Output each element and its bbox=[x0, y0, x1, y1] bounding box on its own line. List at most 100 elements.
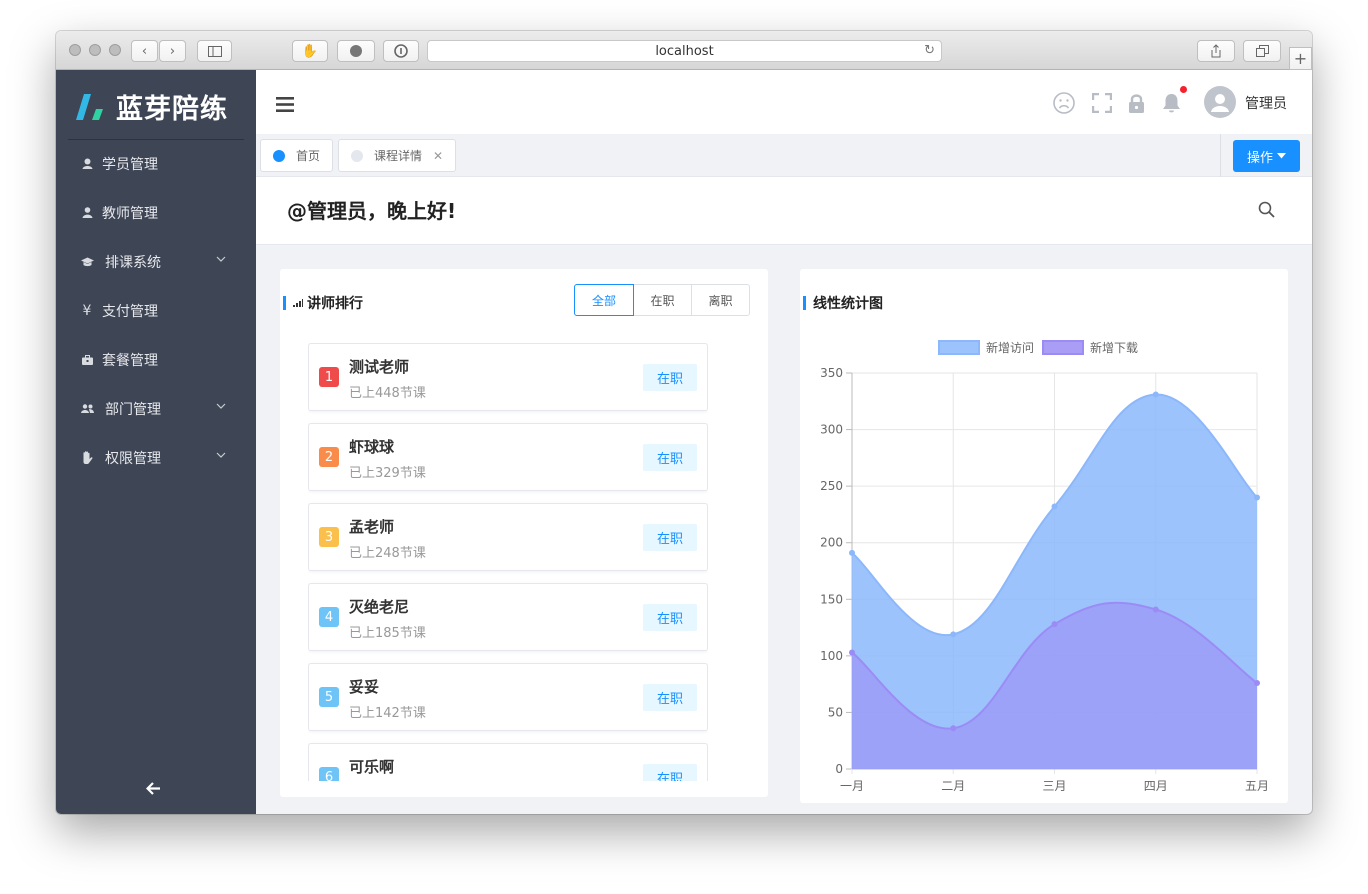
avatar[interactable] bbox=[1204, 86, 1236, 118]
notification-badge bbox=[1180, 86, 1187, 93]
sidebar-item-label: 学员管理 bbox=[102, 156, 158, 173]
list-item[interactable]: 5 妥妥 已上142节课 在职 bbox=[308, 663, 708, 731]
data-point[interactable] bbox=[849, 549, 855, 556]
lock-screen-button[interactable] bbox=[1128, 93, 1145, 117]
sidebar-item-students[interactable]: 学员管理 bbox=[56, 139, 256, 188]
inactive-dot bbox=[351, 149, 363, 162]
lesson-count: 已上142节课 bbox=[349, 706, 426, 721]
password-button[interactable] bbox=[383, 40, 419, 62]
sidebar: 蓝芽陪练 学员管理 教师管理 排课系统 ¥ 支付管理 套餐管理 部门管理 权限管… bbox=[56, 70, 256, 814]
data-point[interactable] bbox=[1254, 680, 1260, 687]
briefcase-icon bbox=[80, 354, 94, 365]
back-button[interactable]: ‹ bbox=[131, 40, 158, 62]
logo[interactable]: 蓝芽陪练 bbox=[72, 87, 228, 126]
chevron-down-icon bbox=[216, 256, 226, 262]
signal-bars-icon bbox=[293, 299, 303, 307]
fullscreen-button[interactable] bbox=[1091, 92, 1113, 117]
sidebar-toggle-button[interactable] bbox=[197, 40, 232, 62]
lesson-count: 已上248节课 bbox=[349, 546, 426, 561]
address-bar[interactable]: localhost ↻ bbox=[427, 40, 942, 62]
teacher-name: 妥妥 bbox=[349, 678, 380, 696]
chevron-left-icon: ‹ bbox=[141, 43, 148, 59]
tabs-overview-button[interactable] bbox=[1243, 40, 1281, 62]
data-point[interactable] bbox=[1051, 621, 1058, 628]
forward-button[interactable]: › bbox=[159, 40, 186, 62]
list-item[interactable]: 4 灭绝老尼 已上185节课 在职 bbox=[308, 583, 708, 651]
line-chart-panel: 线性统计图 0 50 100 150 200 250 300 350 一月 二月 三月 四月 五月 新增访… bbox=[800, 269, 1288, 803]
search-button[interactable] bbox=[1258, 201, 1275, 222]
minimize-window-button[interactable] bbox=[89, 44, 101, 56]
username[interactable]: 管理员 bbox=[1245, 93, 1287, 113]
fullscreen-icon bbox=[1091, 92, 1113, 114]
list-item[interactable]: 1 测试老师 已上448节课 在职 bbox=[308, 343, 708, 411]
tab-home[interactable]: 首页 bbox=[260, 139, 333, 172]
greeting-text: @管理员，晚上好! bbox=[287, 199, 457, 223]
legend-label[interactable]: 新增下载 bbox=[1090, 340, 1138, 355]
x-tick-label: 四月 bbox=[1144, 779, 1168, 793]
data-point[interactable] bbox=[950, 631, 957, 638]
active-dot bbox=[273, 149, 285, 162]
legend-swatch[interactable] bbox=[1042, 340, 1084, 355]
extension-button-2[interactable] bbox=[337, 40, 375, 62]
teacher-name: 虾球球 bbox=[349, 438, 395, 456]
y-tick-label: 50 bbox=[828, 705, 843, 719]
share-icon bbox=[1211, 44, 1221, 58]
panel-title: 线性统计图 bbox=[803, 293, 883, 313]
tab-course-detail[interactable]: 课程详情 ✕ bbox=[338, 139, 456, 172]
hand-icon: ✋ bbox=[301, 43, 319, 59]
status-badge: 在职 bbox=[643, 364, 697, 391]
extension-button[interactable]: ✋ bbox=[292, 40, 328, 62]
rank-badge: 6 bbox=[319, 767, 339, 781]
data-point[interactable] bbox=[849, 649, 855, 656]
status-badge: 在职 bbox=[643, 604, 697, 631]
data-point[interactable] bbox=[1152, 391, 1159, 398]
status-badge: 在职 bbox=[643, 444, 697, 471]
y-tick-label: 200 bbox=[820, 536, 843, 550]
status-badge: 在职 bbox=[643, 684, 697, 711]
y-tick-label: 150 bbox=[820, 592, 843, 606]
collapse-sidebar-button[interactable] bbox=[145, 779, 161, 800]
data-point[interactable] bbox=[950, 725, 957, 732]
panel-title-text: 线性统计图 bbox=[813, 296, 883, 312]
list-item[interactable]: 2 虾球球 已上329节课 在职 bbox=[308, 423, 708, 491]
teacher-list[interactable]: 1 测试老师 已上448节课 在职 2 虾球球 已上329节课 在职 3 孟老师… bbox=[308, 343, 708, 781]
x-tick-label: 二月 bbox=[941, 779, 965, 793]
tabs-icon bbox=[1255, 45, 1269, 57]
theme-button[interactable] bbox=[1053, 92, 1075, 118]
tab-label: 课程详情 bbox=[374, 149, 423, 163]
sidebar-item-teachers[interactable]: 教师管理 bbox=[56, 188, 256, 237]
data-point[interactable] bbox=[1254, 494, 1260, 501]
zoom-window-button[interactable] bbox=[109, 44, 121, 56]
list-item[interactable]: 3 孟老师 已上248节课 在职 bbox=[308, 503, 708, 571]
data-point[interactable] bbox=[1152, 606, 1159, 613]
logo-text: 蓝芽陪练 bbox=[116, 94, 228, 125]
status-badge: 在职 bbox=[643, 524, 697, 551]
sidebar-item-label: 支付管理 bbox=[102, 303, 158, 320]
sidebar-item-label: 教师管理 bbox=[102, 205, 158, 222]
list-item[interactable]: 6 可乐啊 在职 bbox=[308, 743, 708, 781]
sidebar-item-payments[interactable]: ¥ 支付管理 bbox=[56, 286, 256, 335]
sidebar-item-departments[interactable]: 部门管理 bbox=[56, 384, 256, 433]
lock-icon bbox=[1129, 94, 1144, 113]
share-button[interactable] bbox=[1197, 40, 1235, 62]
close-window-button[interactable] bbox=[69, 44, 81, 56]
data-point[interactable] bbox=[1051, 503, 1058, 510]
notifications-button[interactable] bbox=[1162, 93, 1181, 117]
new-tab-button[interactable]: + bbox=[1289, 47, 1312, 70]
legend-label[interactable]: 新增访问 bbox=[986, 340, 1034, 355]
filter-resigned[interactable]: 离职 bbox=[691, 284, 750, 316]
top-header: 管理员 bbox=[256, 70, 1312, 134]
close-icon[interactable]: ✕ bbox=[433, 149, 443, 163]
sidebar-item-scheduling[interactable]: 排课系统 bbox=[56, 237, 256, 286]
operations-dropdown-button[interactable]: 操作 bbox=[1233, 140, 1300, 172]
x-tick-label: 五月 bbox=[1245, 779, 1269, 793]
legend-swatch[interactable] bbox=[938, 340, 980, 355]
reload-icon[interactable]: ↻ bbox=[924, 43, 935, 58]
sidebar-icon bbox=[207, 45, 222, 57]
filter-all[interactable]: 全部 bbox=[574, 284, 634, 316]
sidebar-item-permissions[interactable]: 权限管理 bbox=[56, 433, 256, 482]
menu-toggle-button[interactable] bbox=[276, 97, 294, 116]
hamburger-icon bbox=[276, 97, 294, 112]
filter-active[interactable]: 在职 bbox=[633, 284, 692, 316]
sidebar-item-packages[interactable]: 套餐管理 bbox=[56, 335, 256, 384]
